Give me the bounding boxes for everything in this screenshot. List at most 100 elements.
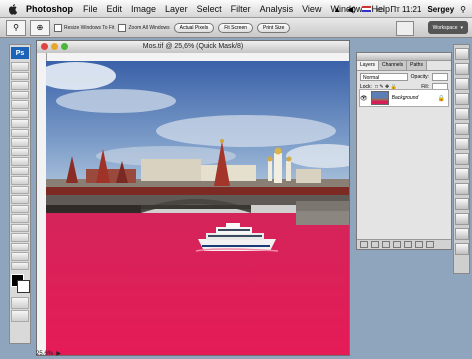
paragraph-icon[interactable] xyxy=(454,228,469,240)
script-icon[interactable]: ▲ xyxy=(333,5,341,14)
flag-icon[interactable] xyxy=(361,6,371,12)
blur-tool-icon[interactable] xyxy=(11,176,29,185)
eyedropper-icon[interactable] xyxy=(11,242,29,251)
character-icon[interactable] xyxy=(454,213,469,225)
user-name[interactable]: Sergey xyxy=(427,5,454,14)
background-color[interactable] xyxy=(17,280,30,293)
type-tool-icon[interactable] xyxy=(11,204,29,213)
eye-icon[interactable]: 👁 xyxy=(360,95,368,102)
color-swatches[interactable] xyxy=(11,274,30,293)
screen-mode-icon[interactable] xyxy=(11,310,29,322)
zoom-tool-box-icon[interactable] xyxy=(11,261,29,270)
blend-mode-select[interactable]: Normal xyxy=(360,73,408,81)
window-controls xyxy=(41,43,68,50)
tool-presets-icon[interactable] xyxy=(454,168,469,180)
link-layers-icon[interactable] xyxy=(360,241,368,248)
zoom-all-checkbox[interactable]: Zoom All Windows xyxy=(118,23,170,32)
print-size-button[interactable]: Print Size xyxy=(257,22,291,33)
document-title: Mos.tif @ 25,6% (Quick Mask/8) xyxy=(142,43,244,50)
menu-analysis[interactable]: Analysis xyxy=(260,4,294,14)
panel-header[interactable] xyxy=(357,53,451,61)
shape-tool-icon[interactable] xyxy=(11,223,29,232)
fit-screen-button[interactable]: Fit Screen xyxy=(218,22,254,33)
clone-source-icon[interactable] xyxy=(454,198,469,210)
resize-windows-checkbox[interactable]: Resize Windows To Fit xyxy=(54,23,115,32)
spotlight-icon[interactable]: ⚲ xyxy=(460,5,466,14)
menu-app-name[interactable]: Photoshop xyxy=(26,4,73,14)
path-select-icon[interactable] xyxy=(11,214,29,223)
notes-tool-icon[interactable] xyxy=(11,233,29,242)
history-brush-icon[interactable] xyxy=(11,147,29,156)
tab-channels[interactable]: Channels xyxy=(379,61,408,70)
adjustment-layer-icon[interactable] xyxy=(393,241,401,248)
ps-logo: Ps xyxy=(11,47,29,59)
marquee-tool-icon[interactable] xyxy=(11,71,29,80)
magic-wand-icon[interactable] xyxy=(11,90,29,99)
navigator-icon[interactable] xyxy=(454,48,469,60)
layer-mask-icon[interactable] xyxy=(382,241,390,248)
menu-file[interactable]: File xyxy=(83,4,98,14)
document-window: Mos.tif @ 25,6% (Quick Mask/8) xyxy=(36,40,350,356)
zoom-tool-icon[interactable]: ⚲ xyxy=(6,19,26,36)
brushes-panel-icon[interactable] xyxy=(454,183,469,195)
quick-mask-icon[interactable] xyxy=(11,297,29,309)
new-layer-icon[interactable] xyxy=(415,241,423,248)
history-icon[interactable] xyxy=(454,138,469,150)
menu-extras: ▲ ◀) ▭ Пт 11:21 Sergey ⚲ xyxy=(333,0,466,18)
panel-tabs: Layers Channels Paths xyxy=(357,61,451,71)
menu-image[interactable]: Image xyxy=(131,4,156,14)
close-icon[interactable] xyxy=(41,43,48,50)
volume-icon[interactable]: ◀) xyxy=(347,5,356,14)
gradient-tool-icon[interactable] xyxy=(11,166,29,175)
opacity-field[interactable] xyxy=(432,73,448,81)
pen-tool-icon[interactable] xyxy=(11,195,29,204)
histogram-icon[interactable] xyxy=(454,63,469,75)
tab-paths[interactable]: Paths xyxy=(407,61,427,70)
swatches-icon[interactable] xyxy=(454,108,469,120)
clock[interactable]: Пт 11:21 xyxy=(390,5,421,14)
actual-pixels-button[interactable]: Actual Pixels xyxy=(173,22,215,33)
menu-select[interactable]: Select xyxy=(197,4,222,14)
workspace-button[interactable]: Workspace ▾ xyxy=(427,21,468,34)
layer-style-icon[interactable] xyxy=(371,241,379,248)
resize-windows-label: Resize Windows To Fit xyxy=(64,24,115,31)
layer-row-background[interactable]: 👁 Background 🔒 xyxy=(359,89,449,107)
healing-brush-icon[interactable] xyxy=(11,119,29,128)
zoom-icon[interactable] xyxy=(61,43,68,50)
apple-icon[interactable] xyxy=(8,3,18,15)
menu-layer[interactable]: Layer xyxy=(165,4,188,14)
options-bar: ⚲ ⊕ Resize Windows To Fit Zoom All Windo… xyxy=(0,18,472,38)
blend-row: Normal Opacity: xyxy=(360,73,448,81)
menu-view[interactable]: View xyxy=(302,4,321,14)
tab-layers[interactable]: Layers xyxy=(357,61,380,70)
zoom-mode-icon[interactable]: ⊕ xyxy=(30,19,50,36)
blend-mode-label: Normal xyxy=(363,75,380,81)
clone-stamp-icon[interactable] xyxy=(11,138,29,147)
lock-icon: 🔒 xyxy=(437,95,445,102)
moscow-photo xyxy=(46,61,349,355)
brush-tool-icon[interactable] xyxy=(11,128,29,137)
chevron-down-icon: ▾ xyxy=(460,24,463,31)
move-tool-icon[interactable] xyxy=(11,62,29,71)
layer-comps-icon[interactable] xyxy=(454,243,469,255)
hand-tool-icon[interactable] xyxy=(11,252,29,261)
new-group-icon[interactable] xyxy=(404,241,412,248)
workspace-label: Workspace xyxy=(432,24,458,31)
brushes-icon[interactable] xyxy=(396,21,414,36)
info-icon[interactable] xyxy=(454,78,469,90)
menu-edit[interactable]: Edit xyxy=(107,4,123,14)
panel-footer xyxy=(357,239,451,249)
battery-icon[interactable]: ▭ xyxy=(377,5,385,14)
eraser-tool-icon[interactable] xyxy=(11,157,29,166)
image-canvas[interactable] xyxy=(46,61,349,355)
minimize-icon[interactable] xyxy=(51,43,58,50)
menu-filter[interactable]: Filter xyxy=(231,4,251,14)
actions-icon[interactable] xyxy=(454,153,469,165)
lasso-tool-icon[interactable] xyxy=(11,81,29,90)
trash-icon[interactable] xyxy=(426,241,434,248)
crop-tool-icon[interactable] xyxy=(11,100,29,109)
dodge-tool-icon[interactable] xyxy=(11,185,29,194)
color-icon[interactable] xyxy=(454,93,469,105)
styles-icon[interactable] xyxy=(454,123,469,135)
slice-tool-icon[interactable] xyxy=(11,109,29,118)
